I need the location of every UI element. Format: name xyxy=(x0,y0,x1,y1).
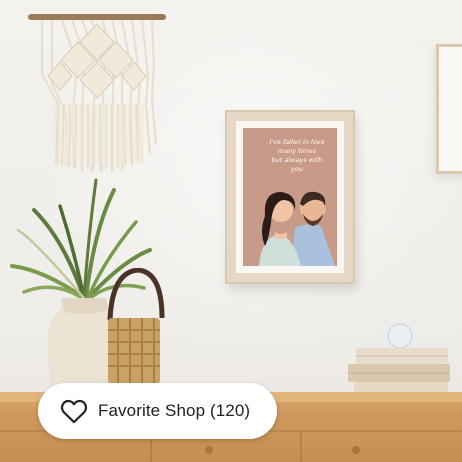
heart-outline-icon xyxy=(60,399,88,424)
poster-mat: I've fallen in love many times but alway… xyxy=(236,121,344,273)
stacked-books xyxy=(348,323,450,400)
framed-portrait-poster: I've fallen in love many times but alway… xyxy=(225,110,355,284)
favorite-shop-label: Favorite Shop (120) xyxy=(98,401,251,420)
macrame-wall-hanging xyxy=(28,14,166,172)
drawer-divider xyxy=(300,432,302,462)
side-picture-frame xyxy=(436,44,462,174)
product-image[interactable]: I've fallen in love many times but alway… xyxy=(0,0,462,462)
couple-illustration xyxy=(259,191,335,266)
woven-basket xyxy=(107,268,165,384)
drawer-knob xyxy=(352,446,360,454)
drawer-knob xyxy=(205,446,213,454)
poster-art: I've fallen in love many times but alway… xyxy=(243,128,337,266)
favorite-shop-button[interactable]: Favorite Shop (120) xyxy=(38,383,277,439)
